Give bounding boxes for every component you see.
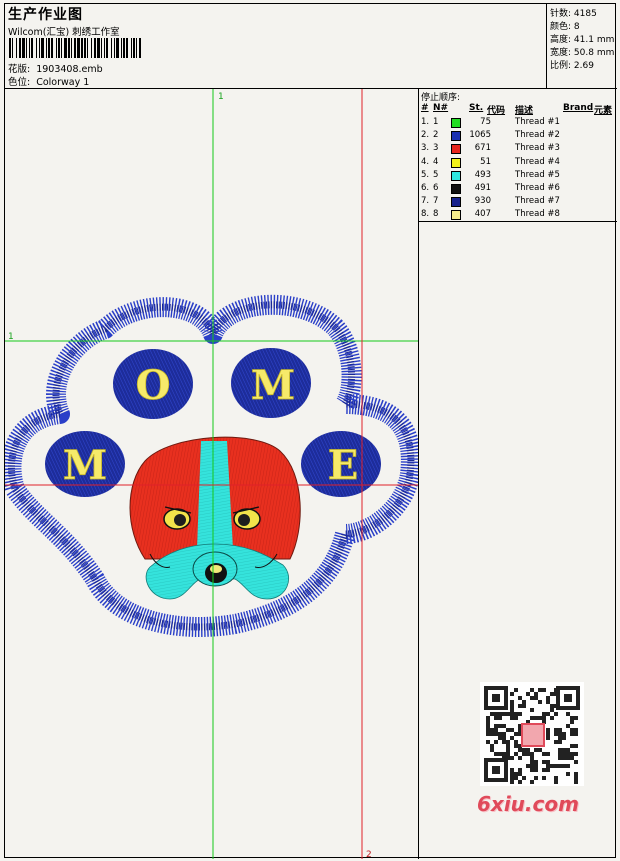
header-panel: 生产作业图 Wilcom(汇宝) 刺绣工作室 花版: 1903408.emb 色位… [5, 4, 546, 89]
thread-table-title: 停止顺序: [421, 93, 461, 103]
col-header-stitches: St. [469, 103, 484, 113]
letter-e: E [328, 442, 359, 489]
col-header-needle: N# [433, 103, 449, 113]
thread-index: 6. [421, 183, 430, 193]
letter-m-top: M [251, 362, 295, 409]
thread-index: 8. [421, 209, 430, 220]
thread-stitches: 930 [474, 196, 491, 207]
thread-color-swatch [451, 157, 461, 168]
thread-needle: 7 [433, 196, 439, 207]
letter-m-left: M [63, 442, 107, 489]
thread-sequence-table: 停止顺序: # N# St. 代码 描述 Brand 元素 1. 1 75 Threa… [419, 89, 617, 222]
thread-index: 5. [421, 169, 430, 180]
thread-row: 7. 7 930 Thread #7 [419, 196, 617, 209]
company-name: Wilcom(汇宝) 刺绣工作室 [8, 27, 120, 38]
stat-colors: 颜色: 8 [550, 22, 580, 32]
design-file-row: 花版: 1903408.emb [8, 61, 103, 75]
embroidery-canvas: O M M E 1 1 2 [5, 89, 418, 859]
thread-color-swatch [451, 184, 461, 194]
col-header-brand: Brand [563, 103, 594, 113]
thread-description: Thread #3 [515, 143, 560, 154]
guide-marker-top: 1 [218, 92, 224, 102]
thread-description: Thread #4 [515, 156, 560, 167]
production-sheet: 生产作业图 Wilcom(汇宝) 刺绣工作室 花版: 1903408.emb 色位… [4, 3, 617, 859]
thread-color-swatch [451, 197, 461, 208]
col-header-code: 代码 [487, 106, 506, 116]
thread-description: Thread #5 [515, 169, 560, 180]
thread-description: Thread #2 [515, 130, 560, 141]
stat-width: 宽度: 50.8 mm [550, 48, 615, 58]
col-header-description: 描述 [515, 106, 534, 116]
thread-stitches: 1065 [469, 130, 491, 141]
stats-panel: 针数: 4185 颜色: 8 高度: 41.1 mm 宽度: 50.8 mm 比… [546, 4, 617, 89]
thread-needle: 8 [433, 209, 439, 220]
thread-index: 1. [421, 117, 430, 127]
thread-row: 8. 8 407 Thread #8 [419, 209, 617, 222]
dog-face [129, 436, 301, 600]
thread-color-swatch [451, 131, 461, 142]
thread-description: Thread #1 [515, 117, 560, 127]
thread-color-swatch [451, 118, 461, 128]
thread-color-swatch [451, 170, 461, 181]
thread-color-swatch [451, 144, 461, 155]
thread-color-swatch [451, 210, 461, 221]
colorway-row: 色位: Colorway 1 [8, 74, 89, 88]
thread-description: Thread #6 [515, 183, 560, 193]
colorway-label: 色位: [8, 77, 31, 88]
thread-needle: 2 [433, 130, 439, 141]
letter-o: O [136, 362, 171, 409]
colorway-name: Colorway 1 [36, 77, 90, 88]
thread-description: Thread #8 [515, 209, 560, 220]
col-header-number: # [421, 103, 429, 113]
thread-row: 2. 2 1065 Thread #2 [419, 130, 617, 143]
thread-needle: 4 [433, 156, 439, 167]
guide-marker-left: 1 [8, 332, 14, 342]
guide-marker-bottom: 2 [366, 850, 372, 859]
thread-row: 5. 5 493 Thread #5 [419, 170, 617, 183]
watermark-logo: 6xiu.com [477, 792, 579, 816]
stat-stitches: 针数: 4185 [550, 9, 597, 19]
col-header-element: 元素 [594, 106, 613, 116]
thread-stitches: 75 [480, 117, 491, 127]
thread-index: 4. [421, 156, 430, 167]
thread-stitches: 493 [474, 169, 491, 180]
thread-needle: 3 [433, 143, 439, 154]
thread-row: 3. 3 671 Thread #3 [419, 143, 617, 156]
thread-needle: 6 [433, 183, 439, 193]
thread-index: 7. [421, 196, 430, 207]
thread-stitches: 491 [474, 183, 491, 193]
page-title: 生产作业图 [8, 7, 83, 23]
thread-stitches: 671 [474, 143, 491, 154]
thread-index: 3. [421, 143, 430, 154]
thread-description: Thread #7 [515, 196, 560, 207]
barcode [9, 38, 141, 58]
thread-needle: 1 [433, 117, 439, 127]
thread-index: 2. [421, 130, 430, 141]
thread-stitches: 51 [480, 156, 491, 167]
thread-needle: 5 [433, 169, 439, 180]
stat-scale: 比例: 2.69 [550, 61, 594, 71]
thread-row: 4. 4 51 Thread #4 [419, 157, 617, 170]
stat-height: 高度: 41.1 mm [550, 35, 615, 45]
design-preview[interactable]: O M M E 1 1 2 [5, 89, 419, 859]
thread-stitches: 407 [474, 209, 491, 220]
thread-row: 6. 6 491 Thread #6 [419, 183, 617, 196]
thread-row: 1. 1 75 Thread #1 [419, 117, 617, 130]
